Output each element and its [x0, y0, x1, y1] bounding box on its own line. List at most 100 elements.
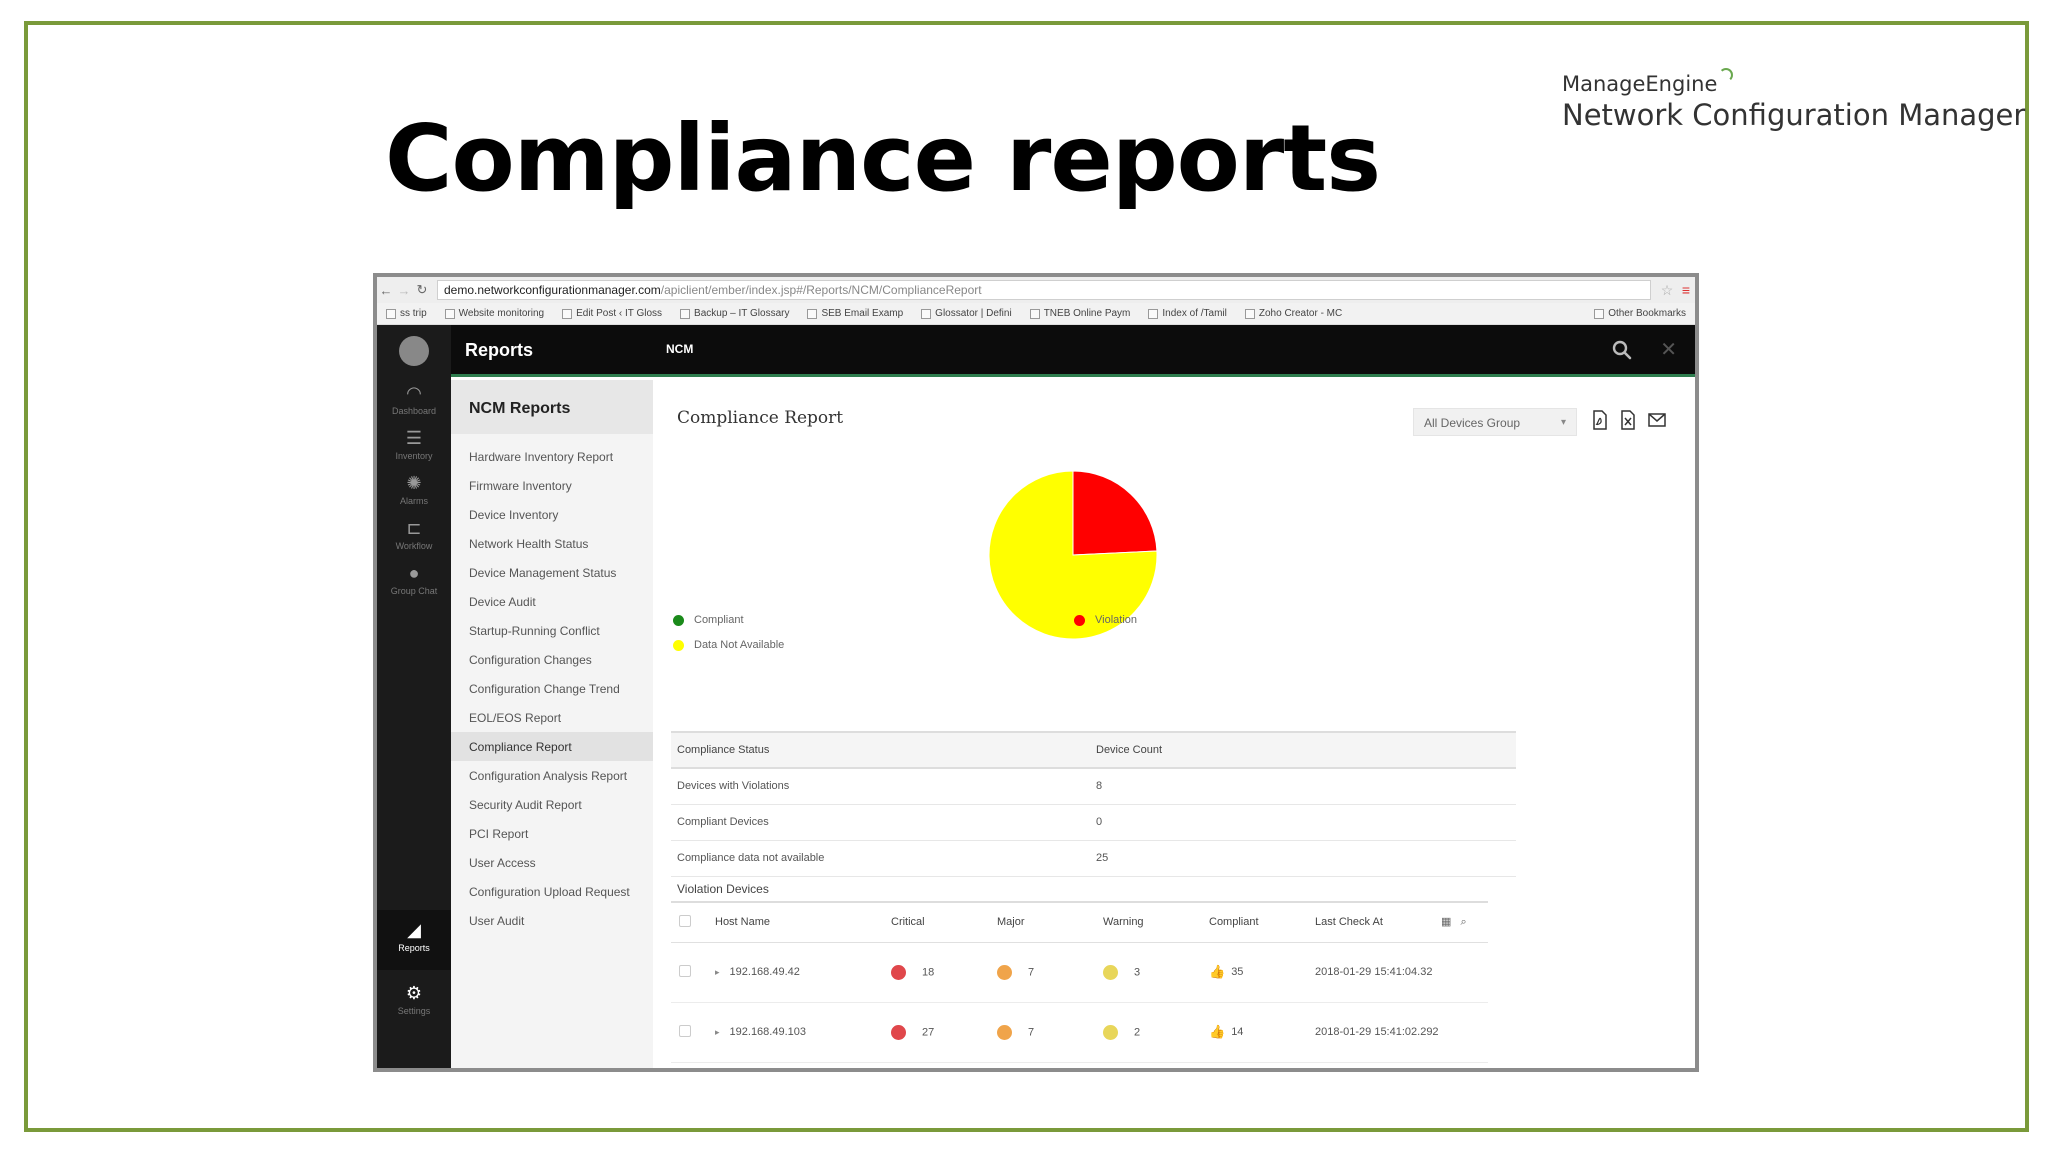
bookmark-favicon-icon [921, 308, 932, 319]
major-icon [997, 964, 1012, 980]
host-name: 192.168.49.103 [729, 1026, 806, 1038]
sidebar-item-report[interactable]: EOL/EOS Report [451, 703, 653, 732]
email-icon[interactable] [1647, 410, 1667, 430]
excel-export-icon[interactable] [1619, 410, 1637, 430]
brand-logo: ManageEngine Network Configuration Manag… [1562, 68, 2025, 132]
table-row[interactable]: ▸ 192.168.49.42 18 7 3 👍 35 2018-01-29 15:41:04… [671, 942, 1488, 1003]
sidebar-item-report[interactable]: Startup-Running Conflict [451, 616, 653, 645]
rail-item-dashboard[interactable]: ◠ Dashboard [377, 383, 451, 416]
sidebar-item-report[interactable]: User Access [451, 848, 653, 877]
legend-swatch-compliant [673, 614, 684, 626]
bookmark-favicon-icon [444, 308, 455, 319]
table-row[interactable]: ▸ 192.168.49.103 27 7 2 👍 14 2018-01-29 15:41:0… [671, 1002, 1488, 1063]
bookmark-item[interactable]: SEB Email Examp [798, 308, 912, 319]
column-header-major[interactable]: Major [997, 901, 1103, 943]
count-cell: 8 [1096, 768, 1516, 805]
column-header-compliant[interactable]: Compliant [1209, 901, 1315, 943]
column-header-host[interactable]: Host Name [715, 901, 891, 943]
browser-menu-icon[interactable]: ≡ [1677, 282, 1695, 298]
sidebar-item-report[interactable]: User Audit [451, 906, 653, 935]
bookmark-favicon-icon [807, 308, 818, 319]
sidebar-item-report[interactable]: Network Health Status [451, 529, 653, 558]
device-group-select[interactable]: All Devices Group ▾ [1413, 408, 1577, 436]
report-title: Compliance Report [677, 408, 844, 428]
count-cell: 0 [1096, 804, 1516, 841]
reload-icon[interactable]: ↻ [413, 282, 431, 298]
bookmark-label: ss trip [400, 308, 427, 319]
bookmark-star-icon[interactable]: ☆ [1657, 282, 1677, 299]
pdf-export-icon[interactable] [1591, 410, 1609, 430]
gear-icon: ⚙ [405, 983, 423, 1003]
column-header-warning[interactable]: Warning [1103, 901, 1209, 943]
rail-item-inventory[interactable]: ☰ Inventory [377, 428, 451, 461]
legend-not-available[interactable]: Data Not Available [673, 639, 784, 651]
select-all-checkbox[interactable] [679, 914, 691, 927]
close-icon[interactable]: ✕ [1660, 337, 1677, 362]
url-host: demo.networkconfigurationmanager.com [444, 283, 661, 297]
search-icon[interactable]: ⌕ [1460, 916, 1466, 928]
chevron-down-icon: ▾ [1560, 417, 1566, 428]
header-title: Reports [465, 340, 534, 360]
address-bar[interactable]: demo.networkconfigurationmanager.com/api… [437, 280, 1651, 300]
warning-count: 2 [1134, 1025, 1141, 1038]
forward-icon[interactable]: → [395, 283, 413, 298]
legend-violation[interactable]: Violation [1074, 614, 1137, 626]
column-chooser-icon[interactable]: ▦ [1441, 916, 1451, 928]
inventory-icon: ☰ [405, 428, 423, 448]
sidebar-item-report[interactable]: Device Inventory [451, 500, 653, 529]
sidebar-item-report[interactable]: Security Audit Report [451, 790, 653, 819]
bookmark-item[interactable]: Index of /Tamil [1139, 308, 1235, 319]
bookmark-item[interactable]: Edit Post ‹ IT Gloss [553, 308, 671, 319]
sidebar-item-report[interactable]: Compliance Report [451, 732, 653, 761]
column-header-critical[interactable]: Critical [891, 901, 997, 943]
bookmark-favicon-icon [680, 308, 691, 319]
row-checkbox[interactable] [679, 1024, 691, 1037]
rail-item-group-chat[interactable]: ● Group Chat [377, 563, 451, 596]
sidebar-item-report[interactable]: Device Management Status [451, 558, 653, 587]
legend-label: Violation [1095, 614, 1137, 626]
legend-compliant[interactable]: Compliant [673, 614, 744, 626]
bookmark-item[interactable]: ss trip [377, 308, 436, 319]
bookmark-item[interactable]: Glossator | Defini [912, 308, 1021, 319]
sidebar-item-report[interactable]: Firmware Inventory [451, 471, 653, 500]
sidebar-item-report[interactable]: Device Audit [451, 587, 653, 616]
critical-count: 18 [922, 965, 935, 978]
bookmark-label: Zoho Creator - MC [1258, 308, 1343, 319]
bookmark-label: Backup – IT Glossary [694, 308, 790, 319]
device-group-value: All Devices Group [1424, 416, 1521, 430]
sidebar-item-report[interactable]: PCI Report [451, 819, 653, 848]
app-logo-icon[interactable] [399, 336, 429, 366]
report-list: Hardware Inventory Report Firmware Invent… [451, 434, 653, 935]
rail-label: Alarms [399, 496, 428, 506]
sidebar-item-report[interactable]: Configuration Changes [451, 645, 653, 674]
bookmark-item[interactable]: Backup – IT Glossary [671, 308, 798, 319]
expand-row-icon[interactable]: ▸ [715, 1027, 720, 1037]
table-header-row: Host Name Critical Major Warning Complia… [671, 901, 1488, 943]
sidebar-item-report[interactable]: Configuration Upload Request [451, 877, 653, 906]
row-checkbox[interactable] [679, 964, 691, 977]
bookmark-item[interactable]: Other Bookmarks [1585, 308, 1695, 319]
sidebar-item-report[interactable]: Hardware Inventory Report [451, 442, 653, 471]
legend-label: Compliant [694, 614, 744, 626]
tab-ncm[interactable]: NCM [666, 342, 693, 356]
rail-item-reports[interactable]: ◢ Reports [377, 910, 451, 970]
critical-icon [891, 1024, 906, 1040]
rail-item-alarms[interactable]: ✺ Alarms [377, 473, 451, 506]
violation-devices-table: Host Name Critical Major Warning Complia… [671, 901, 1488, 1063]
expand-row-icon[interactable]: ▸ [715, 967, 720, 977]
app-screenshot: ← → ↻ demo.networkconfigurationmanager.c… [373, 273, 1699, 1072]
bookmark-item[interactable]: TNEB Online Paym [1021, 308, 1140, 319]
rail-item-settings[interactable]: ⚙ Settings [377, 975, 451, 1031]
pie-slice-violation[interactable] [1072, 470, 1158, 556]
rail-item-workflow[interactable]: ⊏ Workflow [377, 518, 451, 551]
back-icon[interactable]: ← [377, 283, 395, 298]
search-icon[interactable] [1611, 339, 1633, 361]
brand-name: ManageEngine [1562, 72, 1718, 96]
sidebar-item-report[interactable]: Configuration Change Trend [451, 674, 653, 703]
sidebar-item-report[interactable]: Configuration Analysis Report [451, 761, 653, 790]
table-row: Compliance data not available 25 [671, 840, 1516, 877]
bookmark-item[interactable]: Zoho Creator - MC [1236, 308, 1351, 319]
column-header-last-check[interactable]: Last Check At [1315, 901, 1441, 943]
bookmark-label: TNEB Online Paym [1043, 308, 1131, 319]
bookmark-item[interactable]: Website monitoring [436, 308, 553, 319]
